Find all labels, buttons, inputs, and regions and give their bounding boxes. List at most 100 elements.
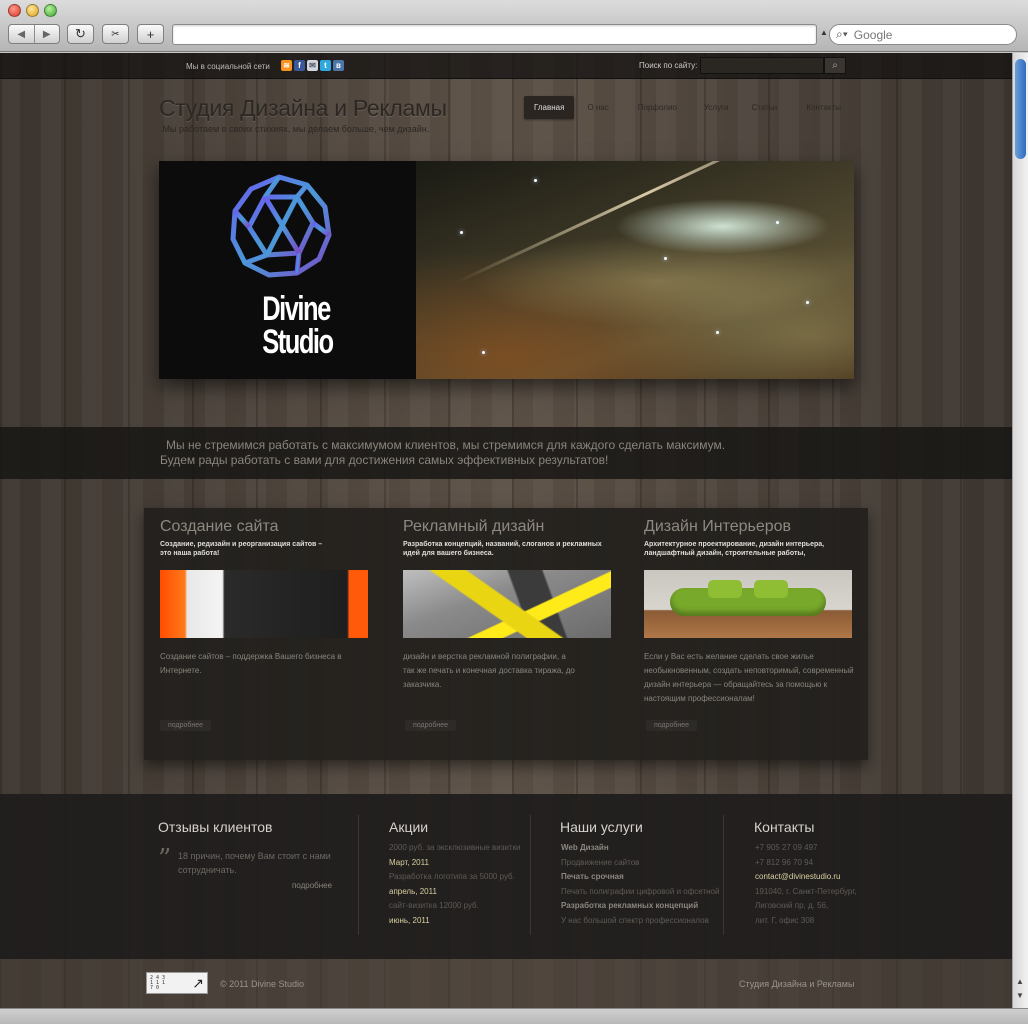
search-icon: ⌕▾ <box>836 27 848 41</box>
contact-address: Лиговский пр, д. 56, <box>755 901 829 910</box>
scroll-up-icon[interactable]: ▲ <box>1016 977 1024 986</box>
services-panel: Создание сайта Создание, редизайн и реор… <box>144 508 868 760</box>
service-image-interior[interactable] <box>644 570 852 638</box>
arrow-icon: ↗ <box>192 975 204 991</box>
quote-icon: ” <box>158 844 172 874</box>
footer-service-desc: Печать полиграфии цифровой и офсетной <box>561 886 720 896</box>
minimize-window-button[interactable] <box>26 4 39 17</box>
footer-service-name[interactable]: Web Дизайн <box>561 841 719 856</box>
counter-badge[interactable]: 2 4 3 1 1 1 7 0 ↗ <box>146 972 208 994</box>
close-window-button[interactable] <box>8 4 21 17</box>
hero-logo-panel: Divine Studio <box>159 161 416 379</box>
more-button-web[interactable]: подробнее <box>160 720 212 731</box>
service-title[interactable]: Дизайн Интерьеров <box>644 518 854 536</box>
address-dropdown-icon[interactable]: ▲ <box>820 28 828 37</box>
footer-services-list: Web Дизайн Продвижение сайтов Печать сро… <box>561 841 719 928</box>
review-more-link[interactable]: подробнее <box>292 881 332 890</box>
sofa-illustration <box>670 580 826 616</box>
counter-badge-text: 2 4 3 1 1 1 7 0 <box>150 975 165 991</box>
site-title: Студия Дизайна и Рекламы <box>159 95 447 121</box>
vkontakte-icon[interactable]: в <box>333 60 344 71</box>
scroll-down-icon[interactable]: ▼ <box>1016 991 1024 1000</box>
service-description: дизайн и верстка рекламной полиграфии, а… <box>403 652 575 689</box>
contact-email-link[interactable]: contact@divinestudio.ru <box>755 870 857 885</box>
bookmark-button[interactable]: ✂ <box>102 24 129 44</box>
service-description: Если у Вас есть желание сделать свое жил… <box>644 652 854 703</box>
copyright: © 2011 Divine Studio <box>220 979 305 989</box>
contacts-list: +7 905 27 09 497 +7 812 96 70 94 contact… <box>755 841 857 928</box>
more-button-interior[interactable]: подробнее <box>646 720 698 731</box>
nav-item-contacts[interactable]: Контакты <box>796 96 851 119</box>
nav-item-home[interactable]: Главная <box>524 96 575 119</box>
service-subtitle: Создание, редизайн и реорганизация сайто… <box>160 541 323 557</box>
service-image-web[interactable] <box>160 570 368 638</box>
top-strip <box>0 53 1012 79</box>
star <box>776 221 779 224</box>
footer-service-desc: У нас большой спектр профессионалов <box>561 915 709 925</box>
star <box>534 179 537 182</box>
nav-item-services[interactable]: Услуги <box>694 96 739 119</box>
promo-date: июнь, 2011 <box>389 915 430 925</box>
footer-divider <box>723 815 724 935</box>
service-description: Создание сайтов – поддержка Вашего бизне… <box>160 652 342 675</box>
promo-text[interactable]: Разработка логотипа за 5000 руб. <box>389 870 520 885</box>
service-title[interactable]: Создание сайта <box>160 518 370 536</box>
reload-icon: ↻ <box>75 26 86 41</box>
contact-address: 191040, г. Санкт-Петербург, <box>755 886 857 896</box>
nav-item-articles[interactable]: Статьи <box>741 96 787 119</box>
nav-item-about[interactable]: О нас <box>577 96 618 119</box>
reload-button[interactable]: ↻ <box>67 24 94 44</box>
social-icons: ≋ f ✉ t в <box>281 60 344 71</box>
footer-brand: Студия Дизайна и Рекламы <box>739 979 855 989</box>
service-subtitle: Архитектурное проектирование, дизайн инт… <box>644 541 825 557</box>
service-web: Создание сайта Создание, редизайн и реор… <box>160 508 370 678</box>
promo-text[interactable]: сайт-визитка 12000 руб. <box>389 899 520 914</box>
footer-service-desc: Продвижение сайтов <box>561 857 640 867</box>
footer-service-name[interactable]: Печать срочная <box>561 870 719 885</box>
address-bar[interactable] <box>172 24 817 45</box>
service-subtitle: Разработка концепций, названий, слоганов… <box>403 541 602 557</box>
service-title[interactable]: Рекламный дизайн <box>403 518 613 536</box>
service-interior: Дизайн Интерьеров Архитектурное проектир… <box>644 508 854 706</box>
horizontal-scrollbar[interactable] <box>0 1008 1028 1024</box>
light-streak <box>455 161 838 284</box>
browser-search-placeholder: Google <box>853 27 893 42</box>
social-label: Мы в социальной сети <box>186 62 270 71</box>
footer-service-name[interactable]: Разработка рекламных концепций <box>561 899 719 914</box>
promo-date: апрель, 2011 <box>389 886 437 896</box>
forward-arrow-icon[interactable]: ▶ <box>35 25 60 43</box>
hero-logo-text: Divine Studio <box>262 292 334 359</box>
zoom-window-button[interactable] <box>44 4 57 17</box>
site-search-button[interactable]: ⌕ <box>824 57 846 74</box>
service-ads: Рекламный дизайн Разработка концепций, н… <box>403 508 613 692</box>
contact-address: лит. Г, офис 308 <box>755 915 815 925</box>
hero-space-image <box>416 161 854 379</box>
site-search-input[interactable] <box>700 57 824 74</box>
promo-list: 2000 руб. за эксклюзивные визитки Март, … <box>389 841 520 928</box>
new-tab-button[interactable]: + <box>137 24 164 44</box>
service-image-ads[interactable] <box>403 570 611 638</box>
badge-line: 7 0 <box>150 984 160 991</box>
twitter-icon[interactable]: t <box>320 60 331 71</box>
site-tagline: .Мы работаем в своих стихиях, мы делаем … <box>160 124 430 134</box>
more-button-ads[interactable]: подробнее <box>405 720 457 731</box>
main-nav: Главная О нас Порфолио Услуги Статьи Кон… <box>524 96 854 119</box>
contact-phone: +7 812 96 70 94 <box>755 857 814 867</box>
vertical-scrollbar[interactable]: ▲ ▼ <box>1012 53 1028 1008</box>
facebook-icon[interactable]: f <box>294 60 305 71</box>
scrollbar-thumb[interactable] <box>1015 59 1026 159</box>
star <box>482 351 485 354</box>
promo-text[interactable]: 2000 руб. за эксклюзивные визитки <box>389 841 520 856</box>
contact-phone: +7 905 27 09 497 <box>755 843 818 852</box>
browser-toolbar: ◀ ▶ ↻ ✂ + ▲ ⌕▾ Google <box>0 0 1028 52</box>
promo-date: Март, 2011 <box>389 857 429 867</box>
nav-item-portfolio[interactable]: Порфолио <box>628 96 687 119</box>
rss-icon[interactable]: ≋ <box>281 60 292 71</box>
mail-icon[interactable]: ✉ <box>307 60 318 71</box>
site-search-label: Поиск по сайту: <box>639 61 698 70</box>
browser-search-field[interactable]: ⌕▾ Google <box>829 24 1017 45</box>
window-controls <box>8 4 57 17</box>
band-text-line-1: Мы не стремимся работать с максимумом кл… <box>166 438 726 452</box>
footer-reviews-title: Отзывы клиентов <box>158 819 273 835</box>
back-arrow-icon[interactable]: ◀ <box>9 25 35 43</box>
